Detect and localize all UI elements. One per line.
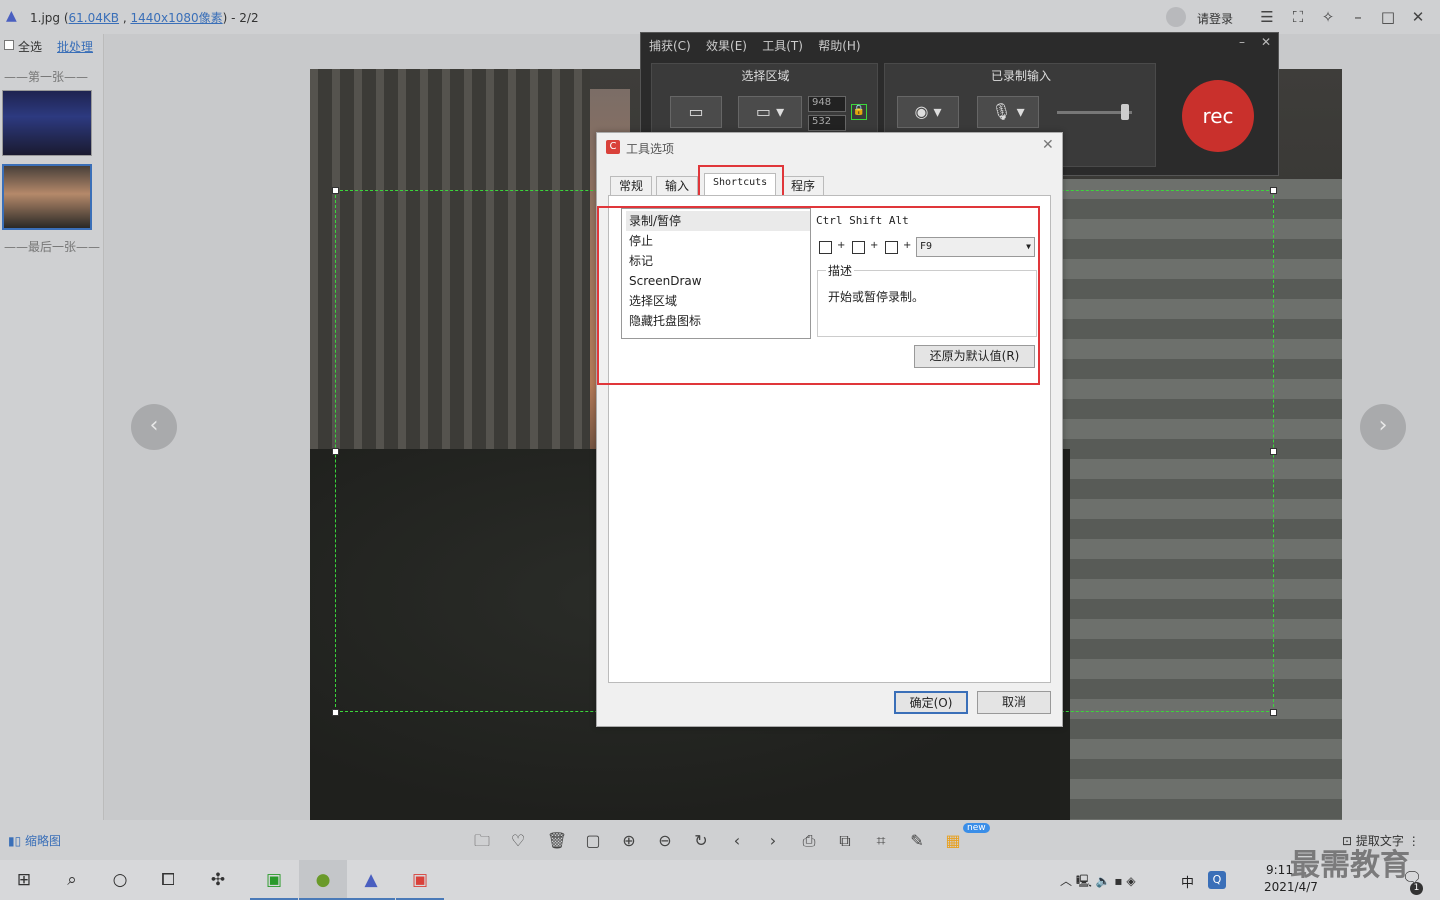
ime-indicator[interactable]: 中 [1181, 872, 1194, 891]
melon-app-icon[interactable]: ● [299, 860, 347, 900]
favorite-icon[interactable]: ♡ [507, 830, 529, 852]
select-all-label: 全选 [18, 40, 43, 54]
thumbnail-2[interactable] [2, 164, 92, 230]
delete-icon[interactable]: 🗑 [546, 830, 568, 852]
rec-button[interactable]: rec [1182, 80, 1254, 152]
file-size-link[interactable]: 61.04KB [69, 11, 119, 25]
window-title: 1.jpg (61.04KB , 1440x1080像素) - 2/2 [30, 11, 259, 25]
zoom-out-icon[interactable]: ⊖ [654, 830, 676, 852]
watermark: 最需教育 [1290, 848, 1410, 883]
next-image-button[interactable]: › [1360, 404, 1406, 450]
volume-slider-thumb[interactable] [1121, 104, 1129, 120]
select-area-label: 选择区域 [741, 69, 790, 83]
new-badge: new [963, 823, 990, 833]
recorder-menu: 捕获(C) 效果(E) 工具(T) 帮助(H) [649, 37, 861, 54]
menu-tools[interactable]: 工具(T) [762, 39, 803, 53]
search-icon[interactable]: ⌕ [48, 860, 96, 900]
lock-icon[interactable]: 🔒 [851, 104, 867, 120]
clock-time: 9:11 [1266, 863, 1293, 877]
dialog-title: 工具选项 [626, 142, 675, 156]
viewer-title-bar: ▲ 1.jpg (61.04KB , 1440x1080像素) - 2/2 请登… [0, 0, 1440, 34]
app-icon: C [606, 140, 620, 154]
custom-area-icon[interactable]: ▭ ▾ [738, 96, 802, 128]
tray-icons[interactable]: ︿ 🖳 🔈 ▪ ◈ [1060, 872, 1136, 893]
handle-br[interactable] [1270, 709, 1277, 716]
fit-icon[interactable]: ▢ [582, 830, 604, 852]
apps-icon[interactable]: ▦ [942, 830, 964, 852]
select-all-checkbox[interactable] [4, 40, 14, 50]
recorder-minimize-icon[interactable]: – [1239, 35, 1245, 49]
avatar-icon[interactable] [1166, 7, 1186, 27]
image-viewer-app-icon[interactable]: ▲ [347, 860, 395, 900]
menu-help[interactable]: 帮助(H) [818, 39, 860, 53]
handle-tr[interactable] [1270, 187, 1277, 194]
app-logo-icon: ▲ [6, 8, 17, 24]
login-link[interactable]: 请登录 [1197, 10, 1233, 27]
webcam-icon[interactable]: ◉ ▾ [897, 96, 959, 128]
print-icon[interactable]: ⎙ [798, 830, 820, 852]
windows-taskbar: ⊞ ⌕ ○ ⧠ ✣ ▣ ● ▲ ▣ ︿ 🖳 🔈 ▪ ◈ 中 Q 9:11 202… [0, 860, 1440, 900]
previous-icon[interactable]: ‹ [726, 830, 748, 852]
menu-capture[interactable]: 捕获(C) [649, 39, 691, 53]
handle-bl[interactable] [332, 709, 339, 716]
recorded-input-label: 已录制输入 [990, 69, 1051, 83]
dialog-close-icon[interactable]: ✕ [1042, 137, 1054, 153]
scan-icon[interactable]: ⌗ [870, 830, 892, 852]
compare-icon[interactable]: ⧉ [834, 830, 856, 852]
thumbnail-toggle[interactable]: ▮▯ 缩略图 [8, 832, 61, 849]
tab-general[interactable]: 常规 [610, 176, 653, 196]
handle-ml[interactable] [332, 448, 339, 455]
task-view-icon[interactable]: ⧠ [144, 860, 192, 900]
microphone-icon[interactable]: 🎙 ▾ [977, 96, 1039, 128]
qq-icon[interactable]: Q [1208, 871, 1226, 889]
rotate-icon[interactable]: ↻ [690, 830, 712, 852]
fullscreen-icon[interactable]: ⛶ [1287, 7, 1309, 27]
camtasia-app-icon[interactable]: ▣ [250, 860, 298, 900]
tab-program[interactable]: 程序 [782, 176, 825, 196]
windows-start-icon[interactable]: ⊞ [0, 860, 48, 900]
edit-icon[interactable]: ✎ [906, 830, 928, 852]
tab-input[interactable]: 输入 [656, 176, 699, 196]
handle-tl[interactable] [332, 187, 339, 194]
last-label: ——最后一张—— [4, 240, 101, 254]
thumbnail-1[interactable] [2, 90, 92, 156]
batch-link[interactable]: 批处理 [57, 38, 93, 55]
width-input[interactable]: 948 [808, 96, 846, 112]
zoom-in-icon[interactable]: ⊕ [618, 830, 640, 852]
tool-options-dialog: C 工具选项 ✕ 常规 输入 Shortcuts 程序 录制/暂停 停止 标记 … [596, 132, 1063, 727]
close-icon[interactable]: ✕ [1407, 7, 1429, 27]
cortana-icon[interactable]: ○ [96, 860, 144, 900]
handle-mr[interactable] [1270, 448, 1277, 455]
thumbnail-sidebar: 全选 批处理 ——第一张—— ——最后一张—— [0, 34, 104, 820]
height-input[interactable]: 532 [808, 115, 846, 131]
menu-effects[interactable]: 效果(E) [706, 39, 747, 53]
recorder-close-icon[interactable]: ✕ [1261, 35, 1271, 49]
cancel-button[interactable]: 取消 [977, 691, 1051, 714]
recorder-app-icon[interactable]: ▣ [396, 860, 444, 900]
content-highlight-box [597, 206, 1040, 385]
viewer-toolbar: ▮▯ 缩略图 🗀 ♡ 🗑 ▢ ⊕ ⊖ ↻ ‹ › ⎙ ⧉ ⌗ ✎ ▦ new ⊡… [0, 820, 1440, 860]
notification-badge: 1 [1410, 882, 1423, 895]
ok-button[interactable]: 确定(O) [894, 691, 968, 714]
pin-icon[interactable]: ✧ [1317, 7, 1339, 27]
menu-icon[interactable]: ☰ [1256, 7, 1278, 27]
maximize-icon[interactable]: □ [1377, 7, 1399, 27]
pinwheel-app-icon[interactable]: ✣ [194, 860, 242, 900]
fullscreen-capture-icon[interactable]: ▭ [670, 96, 722, 128]
first-label: ——第一张—— [4, 70, 89, 84]
minimize-icon[interactable]: – [1347, 7, 1369, 27]
open-folder-icon[interactable]: 🗀 [471, 830, 493, 852]
next-icon[interactable]: › [762, 830, 784, 852]
dimensions-link[interactable]: 1440x1080像素 [130, 11, 222, 25]
prev-image-button[interactable]: ‹ [131, 404, 177, 450]
